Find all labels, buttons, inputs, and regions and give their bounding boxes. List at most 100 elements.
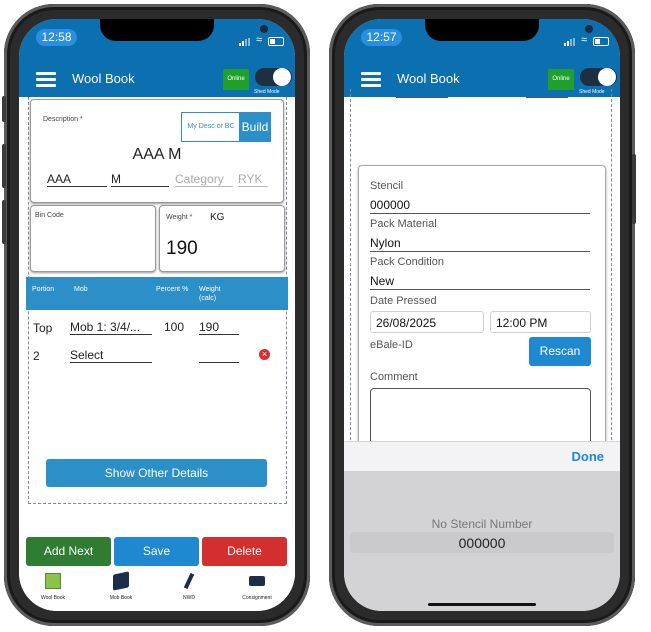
online-badge: Online xyxy=(548,69,574,90)
online-badge: Online xyxy=(223,69,249,90)
wifi-icon: ≈ xyxy=(581,34,588,46)
description-input[interactable]: My Desc or BC xyxy=(181,112,241,142)
row-portion: 2 xyxy=(33,349,40,363)
tab-wool-book[interactable]: Wool Book xyxy=(19,569,87,611)
header-mob: Mob xyxy=(74,286,88,293)
tab-label: Wool Book xyxy=(40,595,66,601)
pack-material-label: Pack Material xyxy=(370,218,437,230)
status-bar: 12:57 ≈ xyxy=(344,19,620,63)
table-row: Top Mob 1: 3/4/... 100 190 xyxy=(26,315,288,341)
battery-icon xyxy=(593,37,609,46)
truck-icon xyxy=(249,576,265,586)
home-indicator xyxy=(428,603,536,606)
shed-mode-toggle[interactable] xyxy=(255,68,292,86)
header-portion: Portion xyxy=(32,286,55,293)
row-portion: Top xyxy=(33,321,53,335)
picker-option-selected[interactable]: 000000 xyxy=(344,535,620,551)
wool-bale-icon xyxy=(45,573,61,589)
phone-right: 12:57 ≈ Wool Book Online Shed Mode Stenc… xyxy=(329,4,636,626)
pen-icon xyxy=(183,572,195,590)
tab-label: NWD xyxy=(183,595,195,601)
weight-label: Weight * xyxy=(166,214,193,221)
bin-code-card[interactable]: Bin Code xyxy=(30,205,156,272)
row-weight[interactable]: 190 xyxy=(199,320,239,335)
signal-icon xyxy=(239,38,253,46)
book-icon xyxy=(113,571,129,591)
menu-icon[interactable] xyxy=(361,72,381,87)
grade-field[interactable]: AAA xyxy=(47,172,107,187)
row-weight[interactable] xyxy=(199,348,239,363)
phone-left: 12:58 ≈ Wool Book Online Shed Mode Descr… xyxy=(2,4,310,626)
battery-icon xyxy=(268,37,284,46)
mute-switch xyxy=(2,96,6,122)
notch xyxy=(100,19,268,41)
tab-mob-book[interactable]: Mob Book xyxy=(87,569,155,611)
field-underline xyxy=(526,97,568,98)
delete-button[interactable]: Delete xyxy=(202,537,287,566)
header-percent: Percent % xyxy=(156,286,189,293)
pack-condition-field[interactable]: New xyxy=(370,273,590,290)
row-mob[interactable]: Mob 1: 3/4/... xyxy=(70,320,152,335)
mob-field[interactable]: M xyxy=(111,172,169,187)
volume-down-button xyxy=(2,200,6,244)
field-underline xyxy=(396,97,448,98)
tab-nwd[interactable]: NWD xyxy=(155,569,223,611)
app-bar: Wool Book Online Shed Mode xyxy=(19,63,295,97)
status-bar: 12:58 ≈ xyxy=(19,19,295,63)
shed-mode-label: Shed Mode xyxy=(254,89,280,95)
volume-up-button xyxy=(2,144,6,188)
build-button[interactable]: Build xyxy=(239,112,271,142)
stencil-label: Stencil xyxy=(370,180,404,192)
tab-label: Consignment xyxy=(242,595,272,601)
page-title: Wool Book xyxy=(397,71,460,86)
stencil-field[interactable]: 000000 xyxy=(370,197,590,214)
show-other-details-button[interactable]: Show Other Details xyxy=(46,459,267,487)
weight-value[interactable]: 190 xyxy=(166,238,198,260)
screen-left: 12:58 ≈ Wool Book Online Shed Mode Descr… xyxy=(19,19,295,611)
row-mob-select[interactable]: Select xyxy=(70,348,152,363)
done-button[interactable]: Done xyxy=(572,449,605,464)
pack-condition-label: Pack Condition xyxy=(370,256,444,268)
status-time: 12:57 xyxy=(361,29,402,46)
date-input[interactable]: 26/08/2025 xyxy=(370,311,484,333)
ebale-id-label: eBale-ID xyxy=(370,339,413,351)
tab-consignment[interactable]: Consignment xyxy=(223,569,291,611)
category-field[interactable]: Category xyxy=(175,172,233,187)
bin-code-label: Bin Code xyxy=(35,212,64,219)
signal-icon xyxy=(564,38,578,46)
shed-mode-toggle[interactable] xyxy=(580,68,617,86)
pack-material-field[interactable]: Nylon xyxy=(370,235,590,252)
time-input[interactable]: 12:00 PM xyxy=(490,311,591,333)
header-weight: Weight (calc) xyxy=(199,286,221,302)
power-button xyxy=(632,154,636,224)
weight-unit: KG xyxy=(210,212,225,223)
save-button[interactable]: Save xyxy=(114,537,199,566)
camera xyxy=(260,25,268,33)
tab-bar: Wool Book Mob Book NWD Consignment xyxy=(19,569,295,611)
description-value: AAA M xyxy=(132,146,182,163)
weight-card[interactable]: Weight * KG 190 xyxy=(159,205,285,272)
rescan-button[interactable]: Rescan xyxy=(529,337,591,366)
row-percent[interactable]: 100 xyxy=(164,320,184,334)
add-next-button[interactable]: Add Next xyxy=(26,537,111,566)
picker-toolbar: Done xyxy=(344,441,620,472)
page-title: Wool Book xyxy=(72,71,135,86)
status-time: 12:58 xyxy=(36,29,77,46)
tab-label: Mob Book xyxy=(109,595,133,601)
table-row: 2 Select × xyxy=(26,343,288,369)
pack-details-card: Stencil 000000 Pack Material Nylon Pack … xyxy=(358,165,606,467)
ryk-field[interactable]: RYK xyxy=(238,172,268,187)
stencil-picker[interactable]: No Stencil Number 000000 xyxy=(344,471,620,611)
notch xyxy=(425,19,593,41)
description-card: Description * My Desc or BC Build AAA M … xyxy=(30,99,284,203)
wifi-icon: ≈ xyxy=(256,34,263,46)
menu-icon[interactable] xyxy=(36,72,56,87)
picker-option[interactable]: No Stencil Number xyxy=(344,517,620,531)
comment-label: Comment xyxy=(370,371,418,383)
screen-right: 12:57 ≈ Wool Book Online Shed Mode Stenc… xyxy=(344,19,620,611)
date-pressed-label: Date Pressed xyxy=(370,295,437,307)
description-label: Description * xyxy=(43,116,83,123)
remove-row-icon[interactable]: × xyxy=(259,349,270,360)
portion-table-header: Portion Mob Percent % Weight (calc) xyxy=(26,277,288,310)
camera xyxy=(585,25,593,33)
